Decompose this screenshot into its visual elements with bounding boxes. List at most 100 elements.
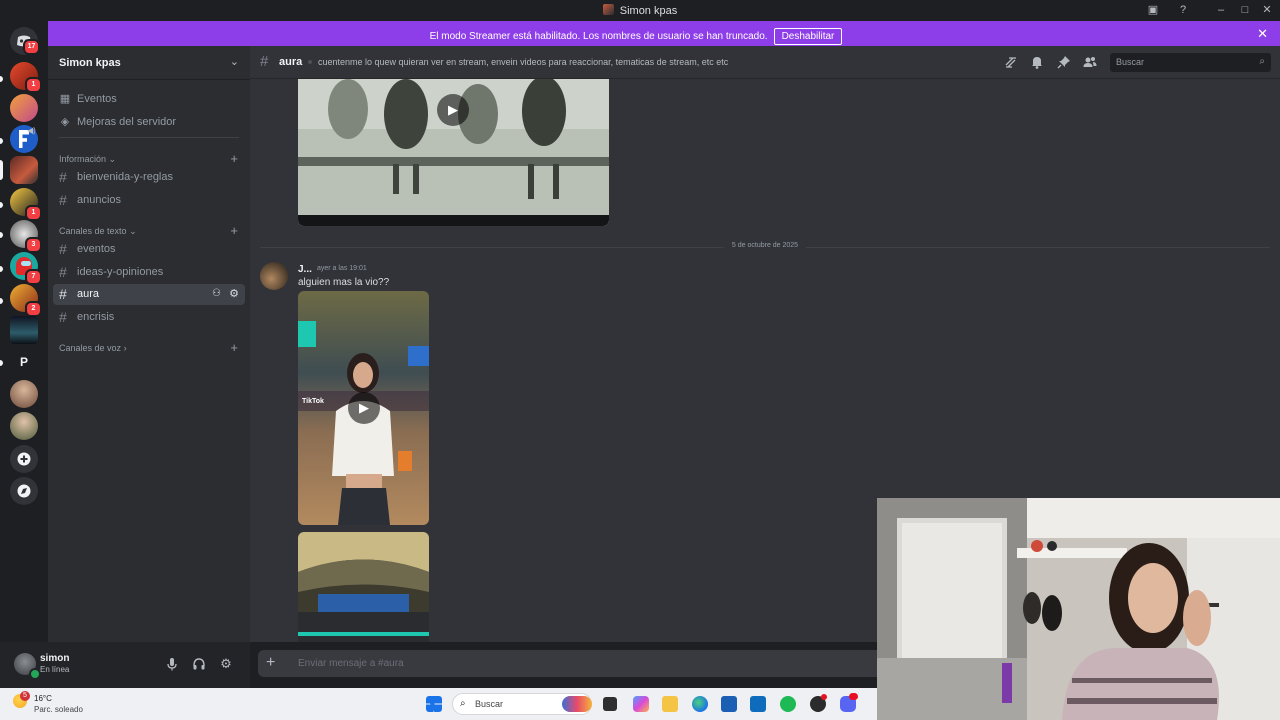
category-informacion[interactable]: Información ⌄ — [59, 154, 116, 165]
category-label: Canales de texto — [59, 226, 127, 236]
spotify-icon[interactable] — [780, 696, 796, 712]
server-icon[interactable] — [10, 380, 38, 408]
taskbar-search-label: Buscar — [475, 699, 504, 709]
unread-pip — [0, 298, 3, 304]
members-icon[interactable] — [1082, 54, 1098, 70]
server-icon — [602, 4, 614, 15]
server-rail: 17 1 ◀) 1 3 7 2 P — [0, 21, 48, 688]
add-channel-icon[interactable]: + — [230, 152, 238, 165]
streamer-mode-banner: El modo Streamer está habilitado. Los no… — [48, 21, 1280, 46]
nav-boosts[interactable]: ◈ Mejoras del servidor — [59, 115, 176, 128]
search-input[interactable]: Buscar ⌕ — [1110, 53, 1271, 72]
store-icon[interactable] — [721, 696, 737, 712]
start-icon[interactable] — [426, 696, 442, 712]
channel-label: anuncios — [77, 194, 122, 206]
close-window-button[interactable]: ✕ — [1258, 2, 1276, 18]
window-title: Simon kpas — [0, 4, 1280, 17]
pin-icon[interactable] — [1056, 54, 1072, 70]
chevron-down-icon[interactable]: ⌄ — [230, 55, 239, 68]
speaker-icon: ◀) — [27, 126, 36, 135]
close-icon[interactable]: ✕ — [1257, 26, 1268, 42]
message-timestamp: ayer a las 19:01 — [317, 265, 367, 272]
maximize-button[interactable]: □ — [1236, 2, 1254, 18]
server-icon[interactable] — [10, 94, 38, 122]
username[interactable]: simon — [40, 653, 69, 664]
gear-icon[interactable]: ⚙ — [218, 656, 234, 672]
gear-icon[interactable]: ⚙ — [229, 287, 239, 300]
play-icon[interactable]: ▶ — [437, 94, 469, 126]
notification-badge — [849, 693, 858, 700]
channel-anuncios[interactable]: # anuncios — [53, 190, 245, 211]
channel-label: encrisis — [77, 311, 115, 323]
hash-icon: # — [260, 53, 269, 70]
server-icon[interactable] — [10, 316, 38, 344]
server-icon[interactable] — [10, 156, 38, 184]
boost-icon: ◈ — [60, 116, 70, 128]
avatar[interactable] — [260, 262, 288, 290]
video-embed[interactable]: TikTok ▶ — [298, 291, 429, 525]
help-icon[interactable]: ? — [1174, 2, 1192, 18]
headphones-icon[interactable] — [191, 656, 207, 672]
threads-icon[interactable] — [1003, 54, 1019, 70]
user-panel: simon En línea ⚙ — [0, 642, 250, 688]
image-embed[interactable] — [298, 532, 429, 642]
hash-icon: # — [59, 169, 67, 185]
microphone-icon[interactable] — [164, 656, 180, 672]
add-server-icon[interactable] — [10, 445, 38, 473]
video-embed[interactable]: ▶ — [298, 79, 609, 226]
unread-pip — [0, 360, 3, 366]
channel-label: aura — [77, 288, 100, 300]
tiktok-watermark: TikTok — [302, 398, 324, 405]
channel-aura[interactable]: # aura ⚇ ⚙ — [53, 284, 245, 305]
outlook-icon[interactable] — [750, 696, 766, 712]
nav-events[interactable]: ▦ Eventos — [59, 92, 117, 105]
server-name[interactable]: Simon kpas — [59, 57, 121, 69]
add-channel-icon[interactable]: + — [230, 341, 238, 354]
channel-encrisis[interactable]: # encrisis — [53, 307, 245, 328]
channel-topic[interactable]: cuentenme lo quew quieran ver en stream,… — [318, 57, 728, 67]
bell-icon[interactable] — [1029, 54, 1045, 70]
channel-header: # aura cuentenme lo quew quieran ver en … — [250, 46, 1280, 79]
channel-sidebar: Simon kpas ⌄ ▦ Eventos ◈ Mejoras del servi… — [48, 46, 250, 642]
nav-boosts-label: Mejoras del servidor — [77, 116, 177, 128]
weather-condition: Parc. soleado — [34, 705, 83, 714]
widget-thumbnail-icon[interactable] — [562, 696, 592, 712]
hash-icon: # — [59, 241, 67, 257]
weather-badge: 5 — [20, 691, 30, 701]
category-label: Canales de voz — [59, 343, 122, 353]
add-channel-icon[interactable]: + — [230, 224, 238, 237]
copilot-icon[interactable] — [633, 696, 649, 712]
add-attachment-icon[interactable]: + — [266, 654, 275, 672]
disable-streamer-button[interactable]: Deshabilitar — [773, 28, 843, 45]
channel-label: ideas-y-opiniones — [77, 266, 164, 278]
server-icon[interactable]: P — [10, 348, 38, 376]
category-canales-de-texto[interactable]: Canales de texto ⌄ — [59, 226, 137, 237]
server-badge: 1 — [25, 77, 42, 93]
invite-icon[interactable]: ⚇ — [212, 288, 221, 299]
unread-pip — [0, 138, 3, 144]
unread-pip — [0, 202, 3, 208]
window-title-text: Simon kpas — [619, 5, 678, 17]
minimize-button[interactable]: – — [1212, 2, 1230, 18]
unread-pip — [0, 232, 3, 238]
nav-events-label: Eventos — [77, 93, 117, 105]
message-author[interactable]: J... — [298, 264, 312, 275]
screen-share-icon[interactable]: ▣ — [1144, 2, 1162, 18]
channel-eventos[interactable]: # eventos — [53, 239, 245, 260]
channel-bienvenida-y-reglas[interactable]: # bienvenida-y-reglas — [53, 167, 245, 188]
divider — [48, 79, 250, 80]
message-composer[interactable]: + Enviar mensaje a #aura — [258, 650, 958, 677]
discover-icon[interactable] — [10, 477, 38, 505]
banner-message: El modo Streamer está habilitado. Los no… — [429, 31, 768, 42]
edge-icon[interactable] — [692, 696, 708, 712]
message-input[interactable]: Enviar mensaje a #aura — [298, 658, 404, 669]
title-bar: Simon kpas ▣ ? – □ ✕ — [0, 0, 1280, 21]
unread-pip — [0, 76, 3, 82]
category-canales-de-voz[interactable]: Canales de voz › — [59, 343, 127, 353]
play-icon[interactable]: ▶ — [348, 392, 380, 424]
channel-label: eventos — [77, 243, 116, 255]
channel-ideas-y-opiniones[interactable]: # ideas-y-opiniones — [53, 262, 245, 283]
server-icon[interactable] — [10, 412, 38, 440]
task-view-icon[interactable] — [603, 697, 617, 711]
folder-icon[interactable] — [662, 696, 678, 712]
